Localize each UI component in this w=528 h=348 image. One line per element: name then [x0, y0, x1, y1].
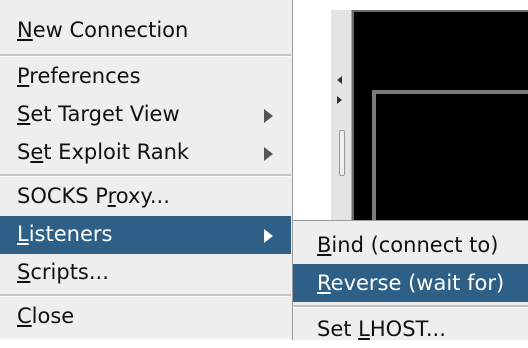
split-pane-divider[interactable]	[331, 10, 352, 220]
submenu-separator	[293, 305, 528, 308]
menu-item-mnemonic: L	[17, 222, 29, 246]
submenu-item-mnemonic: B	[317, 233, 332, 257]
divider-grip-icon[interactable]	[339, 130, 345, 176]
menu-item-socks-proxy[interactable]: SOCKS Proxy...	[0, 178, 291, 216]
menu-item-label-end: t Exploit Rank	[43, 140, 190, 164]
menu-item-mnemonic: N	[17, 18, 33, 42]
menu-item-label-end: lose	[31, 304, 75, 328]
menu-item-label-end: ew Connection	[32, 18, 189, 42]
menu-item-label-end: isteners	[28, 222, 113, 246]
menu-item-mnemonic: e	[30, 140, 44, 164]
menu-item-label-end: et Target View	[30, 102, 180, 126]
submenu-item-bind[interactable]: Bind (connect to)	[293, 226, 528, 264]
menu-item-mnemonic: P	[17, 64, 30, 88]
menu-item-label-end: oxy...	[115, 184, 170, 208]
submenu-item-reverse[interactable]: Reverse (wait for)	[293, 264, 528, 302]
menu-item-close[interactable]: Close	[0, 298, 291, 336]
submenu-item-label-end: everse (wait for)	[330, 271, 505, 295]
menu-item-set-exploit-rank[interactable]: Set Exploit Rank	[0, 134, 291, 172]
menu-separator	[0, 174, 291, 177]
side-panel	[288, 10, 332, 220]
submenu-item-label-start: Set	[317, 317, 359, 341]
arrow-left-icon[interactable]	[337, 76, 342, 84]
submenu-item-mnemonic: L	[358, 317, 370, 341]
menu-item-mnemonic: S	[17, 102, 31, 126]
menu-item-preferences[interactable]: Preferences	[0, 58, 291, 96]
menu-item-scripts[interactable]: Scripts...	[0, 254, 291, 292]
menu-item-mnemonic: S	[17, 260, 31, 284]
menu-separator	[0, 54, 291, 57]
main-menu: New Connection Preferences Set Target Vi…	[0, 0, 293, 339]
menu-item-label-end: cripts...	[30, 260, 109, 284]
menu-item-label-start: S	[17, 140, 31, 164]
submenu-item-set-lhost[interactable]: Set LHOST...	[293, 310, 528, 348]
menu-item-listeners[interactable]: Listeners	[0, 216, 291, 254]
triangle-right-icon	[264, 109, 273, 123]
menu-item-set-target-view[interactable]: Set Target View	[0, 96, 291, 134]
submenu-item-label-end: HOST...	[369, 317, 446, 341]
triangle-right-icon	[264, 229, 273, 243]
menu-separator	[0, 294, 291, 297]
menu-item-mnemonic: r	[107, 184, 116, 208]
submenu-item-label-end: ind (connect to)	[331, 233, 499, 257]
triangle-right-icon	[264, 147, 273, 161]
listeners-submenu: Bind (connect to) Reverse (wait for) Set…	[292, 220, 528, 341]
menu-item-label-start: SOCKS P	[17, 184, 108, 208]
menu-item-label-end: references	[29, 64, 141, 88]
menu-item-new-connection[interactable]: New Connection	[0, 12, 291, 50]
submenu-item-mnemonic: R	[317, 271, 331, 295]
arrow-right-icon[interactable]	[337, 96, 342, 104]
graph-view-panel	[352, 10, 528, 244]
menu-item-mnemonic: C	[17, 304, 32, 328]
